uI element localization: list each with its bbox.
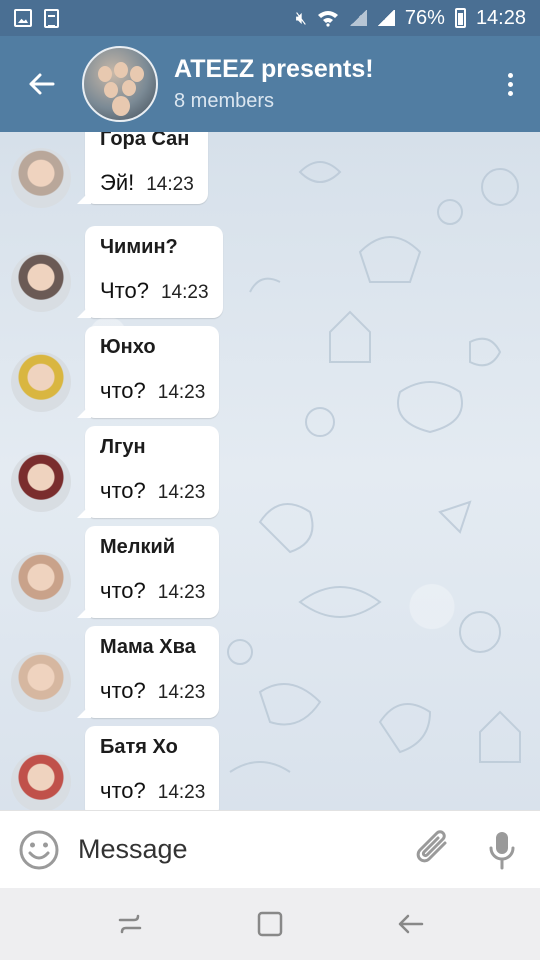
message-time: 14:23 bbox=[157, 482, 206, 503]
back-nav-icon bbox=[398, 914, 424, 934]
message-bubble[interactable]: Юнхо что? 14:23 bbox=[85, 326, 220, 418]
mute-icon: 🔇︎ bbox=[295, 7, 307, 28]
emoji-button[interactable] bbox=[0, 811, 78, 889]
message-time: 14:23 bbox=[157, 382, 206, 403]
sender-avatar[interactable] bbox=[11, 452, 71, 512]
message-composer bbox=[0, 810, 540, 888]
home-icon bbox=[257, 911, 283, 937]
message-time: 14:23 bbox=[157, 782, 206, 803]
group-title: ATEEZ presents! bbox=[174, 55, 374, 83]
sender-avatar[interactable] bbox=[11, 252, 71, 312]
signal-sim2-icon bbox=[376, 10, 395, 26]
sender-avatar[interactable] bbox=[11, 552, 71, 612]
message-row[interactable]: Мама Хва что? 14:23 bbox=[0, 618, 540, 718]
message-row[interactable]: Батя Хо что? 14:23 bbox=[0, 718, 540, 810]
sender-name: Юнхо bbox=[100, 336, 156, 358]
wifi-icon bbox=[317, 11, 338, 27]
message-text: что? bbox=[100, 778, 146, 803]
message-row[interactable]: Чимин? Что? 14:23 bbox=[0, 218, 540, 318]
smiley-icon bbox=[19, 830, 59, 869]
message-row[interactable]: Юнхо что? 14:23 bbox=[0, 318, 540, 418]
message-text: что? bbox=[100, 378, 146, 403]
arrow-left-icon bbox=[29, 73, 55, 95]
recent-apps-button[interactable] bbox=[100, 894, 160, 954]
system-nav-bar bbox=[0, 888, 540, 960]
message-row[interactable]: Гора Сан Эй! 14:23 bbox=[0, 132, 540, 218]
message-time: 14:23 bbox=[157, 582, 206, 603]
sender-name: Батя Хо bbox=[100, 736, 178, 758]
message-bubble[interactable]: Лгун что? 14:23 bbox=[85, 426, 220, 518]
microphone-icon bbox=[489, 831, 515, 869]
message-bubble[interactable]: Гора Сан Эй! 14:23 bbox=[85, 132, 208, 204]
message-row[interactable]: Лгун что? 14:23 bbox=[0, 418, 540, 518]
sender-name: Лгун bbox=[100, 436, 146, 458]
back-button[interactable] bbox=[0, 36, 82, 132]
menu-button[interactable] bbox=[480, 36, 540, 132]
voice-button[interactable] bbox=[464, 811, 540, 889]
message-bubble[interactable]: Мама Хва что? 14:23 bbox=[85, 626, 220, 718]
sender-name: Гора Сан bbox=[100, 132, 190, 150]
chat-header: ATEEZ presents! 8 members bbox=[0, 36, 540, 132]
sender-name: Мама Хва bbox=[100, 636, 196, 658]
message-text: что? bbox=[100, 478, 146, 503]
message-time: 14:23 bbox=[157, 682, 206, 703]
message-text: что? bbox=[100, 678, 146, 703]
message-bubble[interactable]: Батя Хо что? 14:23 bbox=[85, 726, 220, 810]
sender-avatar[interactable] bbox=[11, 148, 71, 208]
sender-avatar[interactable] bbox=[11, 752, 71, 810]
message-line: Что? 14:23 bbox=[100, 278, 209, 304]
signal-sim1-icon bbox=[348, 10, 367, 26]
battery-icon bbox=[454, 8, 466, 28]
paperclip-icon bbox=[416, 829, 447, 862]
message-text: Что? bbox=[100, 278, 149, 303]
member-count: 8 members bbox=[174, 90, 275, 112]
message-time: 14:23 bbox=[146, 174, 194, 195]
message-bubble[interactable]: Чимин? Что? 14:23 bbox=[85, 226, 223, 318]
group-avatar[interactable] bbox=[82, 46, 158, 122]
document-notification-icon bbox=[44, 8, 59, 28]
status-time: 14:28 bbox=[475, 6, 526, 29]
message-text: что? bbox=[100, 578, 146, 603]
sender-avatar[interactable] bbox=[11, 352, 71, 412]
recent-apps-icon bbox=[118, 914, 142, 934]
more-vertical-icon bbox=[507, 72, 513, 96]
chat-area[interactable]: Гора Сан Эй! 14:23 Чимин? Что? 14:23 Юнхо что? 1… bbox=[0, 132, 540, 810]
message-row[interactable]: Мелкий что? 14:23 bbox=[0, 518, 540, 618]
battery-percent: 76% bbox=[404, 6, 445, 29]
message-line: что? 14:23 bbox=[100, 678, 205, 704]
home-button[interactable] bbox=[240, 894, 300, 954]
attach-button[interactable] bbox=[404, 811, 464, 889]
message-time: 14:23 bbox=[160, 282, 209, 303]
sender-avatar[interactable] bbox=[11, 652, 71, 712]
message-line: что? 14:23 bbox=[100, 378, 205, 404]
message-line: что? 14:23 bbox=[100, 778, 205, 804]
message-line: что? 14:23 bbox=[100, 478, 205, 504]
message-text: Эй! bbox=[100, 170, 135, 195]
message-line: что? 14:23 bbox=[100, 578, 205, 604]
message-bubble[interactable]: Мелкий что? 14:23 bbox=[85, 526, 220, 618]
back-nav-button[interactable] bbox=[380, 894, 440, 954]
sender-name: Мелкий bbox=[100, 536, 176, 558]
message-input[interactable] bbox=[78, 834, 378, 865]
message-line: Эй! 14:23 bbox=[100, 170, 194, 196]
header-text[interactable]: ATEEZ presents! 8 members bbox=[174, 55, 374, 113]
sender-name: Чимин? bbox=[100, 236, 178, 258]
gallery-notification-icon bbox=[14, 9, 32, 27]
status-bar: 🔇︎ 76% 14:28 bbox=[0, 0, 540, 36]
